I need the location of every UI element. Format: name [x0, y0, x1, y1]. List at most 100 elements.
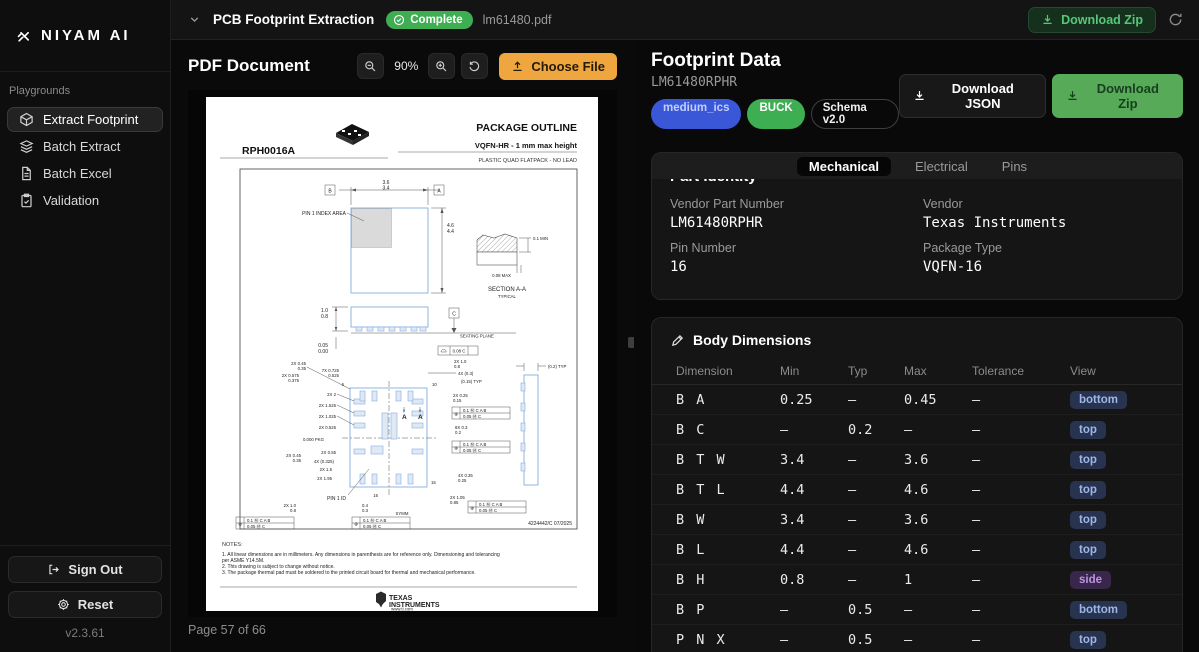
part-identity-card: Mechanical Electrical Pins Part Identity…	[651, 152, 1183, 300]
svg-text:0.85: 0.85	[450, 500, 459, 505]
svg-text:0.1 Ⓜ C A B: 0.1 Ⓜ C A B	[479, 501, 503, 508]
chevron-down-icon[interactable]	[188, 13, 201, 26]
svg-text:TYPICAL: TYPICAL	[498, 294, 517, 299]
pdf-page: RPH0016A PACKAGE OUTLINE VQFN-HR - 1 mm …	[206, 97, 598, 611]
status-badge: Complete	[386, 10, 473, 29]
view-badge: bottom	[1070, 391, 1127, 409]
zoom-out-button[interactable]	[357, 53, 385, 79]
svg-text:3. The package thermal pad mus: 3. The package thermal pad must be solde…	[222, 570, 476, 576]
identity-field: Vendor Texas Instruments	[923, 197, 1164, 231]
cell-tolerance: —	[972, 601, 981, 618]
cell-tolerance: —	[972, 421, 981, 438]
svg-text:0.05 Ⓜ C: 0.05 Ⓜ C	[363, 523, 381, 530]
sign-out-button[interactable]: Sign Out	[8, 556, 162, 583]
svg-text:2X 1.95: 2X 1.95	[317, 476, 332, 481]
cell-dimension: B T W	[676, 451, 727, 468]
reset-view-button[interactable]	[461, 53, 489, 79]
cell-min: 4.4	[780, 541, 805, 558]
feature-control-frame: ⊕ 0.1 Ⓜ C A B 0.05 Ⓜ C	[235, 516, 295, 530]
table-row: B T L 4.4 — 4.6 — top	[652, 475, 1182, 505]
brand: NIYAM AI	[0, 0, 170, 72]
cell-typ: —	[848, 451, 857, 468]
svg-text:2X 1.025: 2X 1.025	[319, 414, 337, 419]
sidebar-item-batch-extract[interactable]: Batch Extract	[7, 134, 163, 159]
pdf-viewer[interactable]: RPH0016A PACKAGE OUTLINE VQFN-HR - 1 mm …	[188, 90, 617, 617]
table-header-row: Dimension Min Typ Max Tolerance View	[652, 358, 1182, 385]
sidebar-item-validation[interactable]: Validation	[7, 188, 163, 213]
download-json-label: Download JSON	[951, 80, 1014, 111]
svg-text:3.4: 3.4	[383, 186, 390, 192]
view-badge: top	[1070, 421, 1106, 439]
cell-view: top	[1070, 630, 1182, 649]
download-zip-button-top[interactable]: Download Zip	[1028, 6, 1156, 33]
col-view: View	[1070, 364, 1096, 378]
refresh-icon[interactable]	[1168, 12, 1183, 27]
topbar: PCB Footprint Extraction Complete lm6148…	[171, 0, 1199, 40]
svg-text:4224442/C 07/2025: 4224442/C 07/2025	[528, 521, 572, 527]
pencil-icon	[670, 333, 685, 348]
app-root: NIYAM AI Playgrounds Extract Footprint B…	[0, 0, 1199, 652]
layers-icon	[19, 139, 34, 154]
view-badge: top	[1070, 511, 1106, 529]
chip-icon	[336, 124, 369, 145]
svg-text:4.4: 4.4	[447, 229, 454, 235]
svg-text:A: A	[402, 414, 407, 421]
cell-min: 0.8	[780, 571, 805, 588]
feature-control-frame: ⊕ 0.1 Ⓜ C A B 0.05 Ⓜ C	[467, 500, 527, 514]
pdf-panel-title: PDF Document	[188, 56, 310, 75]
cell-min: —	[780, 631, 789, 648]
choose-file-button[interactable]: Choose File	[499, 52, 617, 80]
cell-view: bottom	[1070, 600, 1182, 619]
sidebar-item-extract-footprint[interactable]: Extract Footprint	[7, 107, 163, 132]
cell-max: 4.6	[904, 481, 929, 498]
footprint-data-panel: Footprint Data LM61480RPHR medium_ics BU…	[634, 40, 1199, 652]
table-row: B H 0.8 — 1 — side	[652, 565, 1182, 595]
reset-button[interactable]: Reset	[8, 591, 162, 618]
identity-field: Package Type VQFN-16	[923, 241, 1164, 275]
svg-text:PIN 1 INDEX AREA: PIN 1 INDEX AREA	[302, 211, 347, 217]
sidebar-item-batch-excel[interactable]: Batch Excel	[7, 161, 163, 186]
pdf-page-drawing: RPH0016A PACKAGE OUTLINE VQFN-HR - 1 mm …	[220, 122, 577, 611]
identity-field-label: Pin Number	[670, 241, 736, 255]
pdf-panel: PDF Document 90% Choose File RPH0016A PA…	[171, 40, 634, 652]
package-icon	[19, 112, 34, 127]
svg-text:4X (0.325): 4X (0.325)	[314, 459, 335, 464]
cell-typ: —	[848, 541, 857, 558]
view-badge: top	[1070, 541, 1106, 559]
svg-text:0.1 Ⓜ C A B: 0.1 Ⓜ C A B	[247, 517, 271, 524]
svg-text:A: A	[418, 414, 423, 421]
cell-dimension: P N X	[676, 631, 727, 648]
tab-electrical[interactable]: Electrical	[905, 157, 978, 176]
cell-min: —	[780, 421, 789, 438]
view-badge: side	[1070, 571, 1112, 589]
col-tolerance: Tolerance	[972, 364, 1025, 378]
cell-max: 1	[904, 571, 913, 588]
file-icon	[19, 166, 34, 181]
table-row: B L 4.4 — 4.6 — top	[652, 535, 1182, 565]
download-json-button[interactable]: Download JSON	[898, 73, 1046, 118]
cell-view: top	[1070, 510, 1182, 529]
cell-tolerance: —	[972, 631, 981, 648]
cell-view: top	[1070, 450, 1182, 469]
sidebar-section-label: Playgrounds	[9, 85, 71, 97]
table-row: P N X — 0.5 — — top	[652, 625, 1182, 652]
cell-max: 0.45	[904, 391, 937, 408]
sidebar-item-label: Validation	[43, 193, 100, 208]
identity-field-value: Texas Instruments	[923, 215, 1067, 231]
col-typ: Typ	[848, 364, 868, 378]
identity-field-label: Vendor Part Number	[670, 197, 784, 211]
svg-text:B: B	[328, 188, 332, 194]
zoom-in-button[interactable]	[428, 53, 456, 79]
download-icon	[1041, 13, 1054, 26]
download-zip-button[interactable]: Download Zip	[1051, 73, 1183, 118]
cell-typ: —	[848, 511, 857, 528]
svg-text:2X 1.5: 2X 1.5	[320, 467, 333, 472]
svg-text:PLASTIC QUAD FLATPACK - NO LEA: PLASTIC QUAD FLATPACK - NO LEAD	[478, 158, 577, 164]
tab-pins[interactable]: Pins	[992, 157, 1037, 176]
tab-mechanical[interactable]: Mechanical	[796, 156, 892, 176]
cell-typ: —	[848, 481, 857, 498]
svg-text:16: 16	[373, 493, 378, 498]
svg-text:0.1 Ⓜ C A B: 0.1 Ⓜ C A B	[463, 441, 487, 448]
svg-text:0.2: 0.2	[455, 430, 462, 435]
cell-view: bottom	[1070, 390, 1182, 409]
